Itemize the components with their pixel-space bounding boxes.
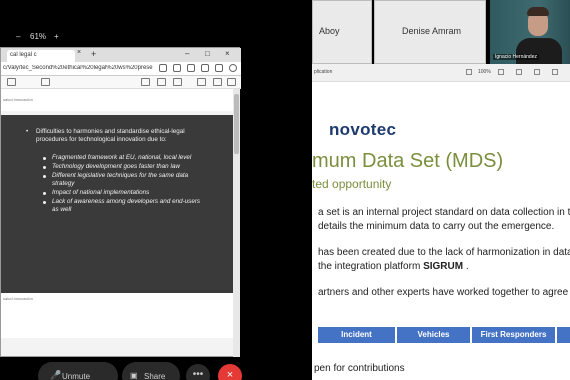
header-caption: salud innovación [3, 97, 33, 102]
main-bullet: Difficulties to harmonies and standardis… [36, 128, 185, 143]
slide-subtitle: ted opportunity [312, 177, 392, 191]
favorites-icon[interactable] [173, 64, 181, 72]
slide-content: • Difficulties to harmonies and standard… [26, 128, 206, 215]
participant-video-tile[interactable]: Ignacio Hernández [490, 0, 570, 64]
pdf-scrollbar[interactable] [233, 89, 240, 357]
save-icon[interactable] [213, 78, 222, 86]
zoom-out-button[interactable]: – [16, 32, 20, 41]
sub-bullet: Lack of awareness among developers and e… [43, 198, 206, 214]
contents-icon[interactable] [7, 78, 16, 86]
zoom-in-button[interactable]: + [54, 32, 59, 41]
share-screen-icon: ▣ [130, 371, 138, 380]
print-icon[interactable] [197, 78, 206, 86]
page-view-icon[interactable] [41, 78, 50, 86]
zoom-in-icon[interactable] [498, 69, 504, 75]
participant-name: Ignacio Hernández [493, 54, 539, 60]
zoom-out-icon[interactable] [466, 69, 472, 75]
sub-bullet: Different legislative techniques for the… [43, 172, 206, 188]
browser-tab[interactable]: cal legal c [7, 50, 75, 62]
table-header-cell: First Responders [472, 327, 556, 343]
table-header-cell-partial [557, 327, 570, 343]
erase-icon[interactable] [173, 78, 182, 86]
minimize-button[interactable]: – [185, 49, 189, 58]
scrollbar-thumb[interactable] [234, 94, 239, 154]
platform-name: SIGRUM [423, 261, 464, 272]
microphone-icon: 🎤 [50, 370, 62, 380]
screen: – 61% + cal legal c × + – □ × c/Valy/tec… [0, 0, 570, 380]
presentation-tab[interactable]: plication [314, 69, 332, 75]
slide-bullet-icon: • [26, 128, 29, 135]
share-label: Share [144, 372, 166, 380]
more-tools-icon[interactable] [552, 69, 558, 75]
zoom-level: 61% [30, 32, 47, 41]
person-hair [527, 7, 549, 16]
browser-window: cal legal c × + – □ × c/Valy/tec_Second%… [0, 47, 241, 357]
pdf-page-header: salud innovación [1, 89, 233, 111]
draw-icon[interactable] [157, 78, 166, 86]
browser-tabstrip: cal legal c × + – □ × [1, 48, 241, 62]
tab-close-icon[interactable]: × [77, 49, 81, 56]
slide-text-line: has been created due to the lack of harm… [318, 247, 570, 258]
pdf-toolbar [1, 76, 241, 89]
footer-caption: salud innovación [3, 296, 33, 301]
slide-text-line: details the minimum data to carry out th… [318, 221, 555, 232]
participant-name: Denise Amram [402, 26, 462, 36]
new-tab-button[interactable]: + [91, 49, 96, 59]
sub-bullet: Technology development goes faster than … [43, 163, 206, 171]
share-button[interactable]: ▣ Share [122, 362, 180, 380]
collections-icon[interactable] [187, 64, 195, 72]
slide-text-line: pen for contributions [314, 363, 405, 374]
shared-screen-area: – 61% + cal legal c × + – □ × c/Valy/tec… [0, 0, 312, 380]
extensions-icon[interactable] [201, 64, 209, 72]
participant-tile[interactable]: Aboy [312, 0, 372, 64]
table-header-cell: Incident [318, 327, 396, 343]
sub-bullet: Impact of national implementations [43, 189, 206, 197]
presentation-zoom[interactable]: 100% [478, 69, 491, 75]
pdf-slide: • Difficulties to harmonies and standard… [1, 115, 233, 293]
settings-icon[interactable] [229, 64, 237, 72]
maximize-button[interactable]: □ [205, 49, 210, 58]
highlight-icon[interactable] [141, 78, 150, 86]
address-row: c/Valy/tec_Second%20ethical%20legal%20ws… [1, 62, 241, 76]
address-bar[interactable]: c/Valy/tec_Second%20ethical%20legal%20ws… [3, 65, 153, 71]
pin-icon[interactable] [227, 78, 236, 86]
participant-tile[interactable]: Denise Amram [374, 0, 486, 64]
fit-page-icon[interactable] [516, 69, 522, 75]
sub-bullet-list: Fragmented framework at EU, national, lo… [26, 154, 206, 214]
presentation-toolbar: plication 100% [312, 64, 570, 82]
pdf-page-footer: salud innovación [1, 293, 233, 338]
slide-text-line: artners and other experts have worked to… [318, 287, 570, 298]
close-window-button[interactable]: × [225, 49, 230, 58]
profile-icon[interactable] [215, 64, 223, 72]
slide-text-line: the integration platform SIGRUM . [318, 261, 469, 272]
person-shirt [516, 38, 562, 64]
unmute-button[interactable]: 🎤 Unmute [38, 362, 118, 380]
slide-text-part: the integration platform [318, 261, 421, 272]
slide-title: mum Data Set (MDS) [312, 150, 504, 172]
sub-bullet: Fragmented framework at EU, national, lo… [43, 154, 206, 162]
unmute-label: Unmute [62, 372, 91, 380]
participant-name: Aboy [319, 26, 340, 36]
slide-text-line: a set is an internal project standard on… [318, 207, 570, 218]
table-header-cell: Vehicles [397, 327, 471, 343]
read-aloud-icon[interactable] [159, 64, 167, 72]
slide-text-part: . [463, 261, 469, 272]
zoom-bar: – 61% + [0, 30, 70, 46]
novotec-logo: novotec [329, 120, 397, 139]
rotate-icon[interactable] [534, 69, 540, 75]
